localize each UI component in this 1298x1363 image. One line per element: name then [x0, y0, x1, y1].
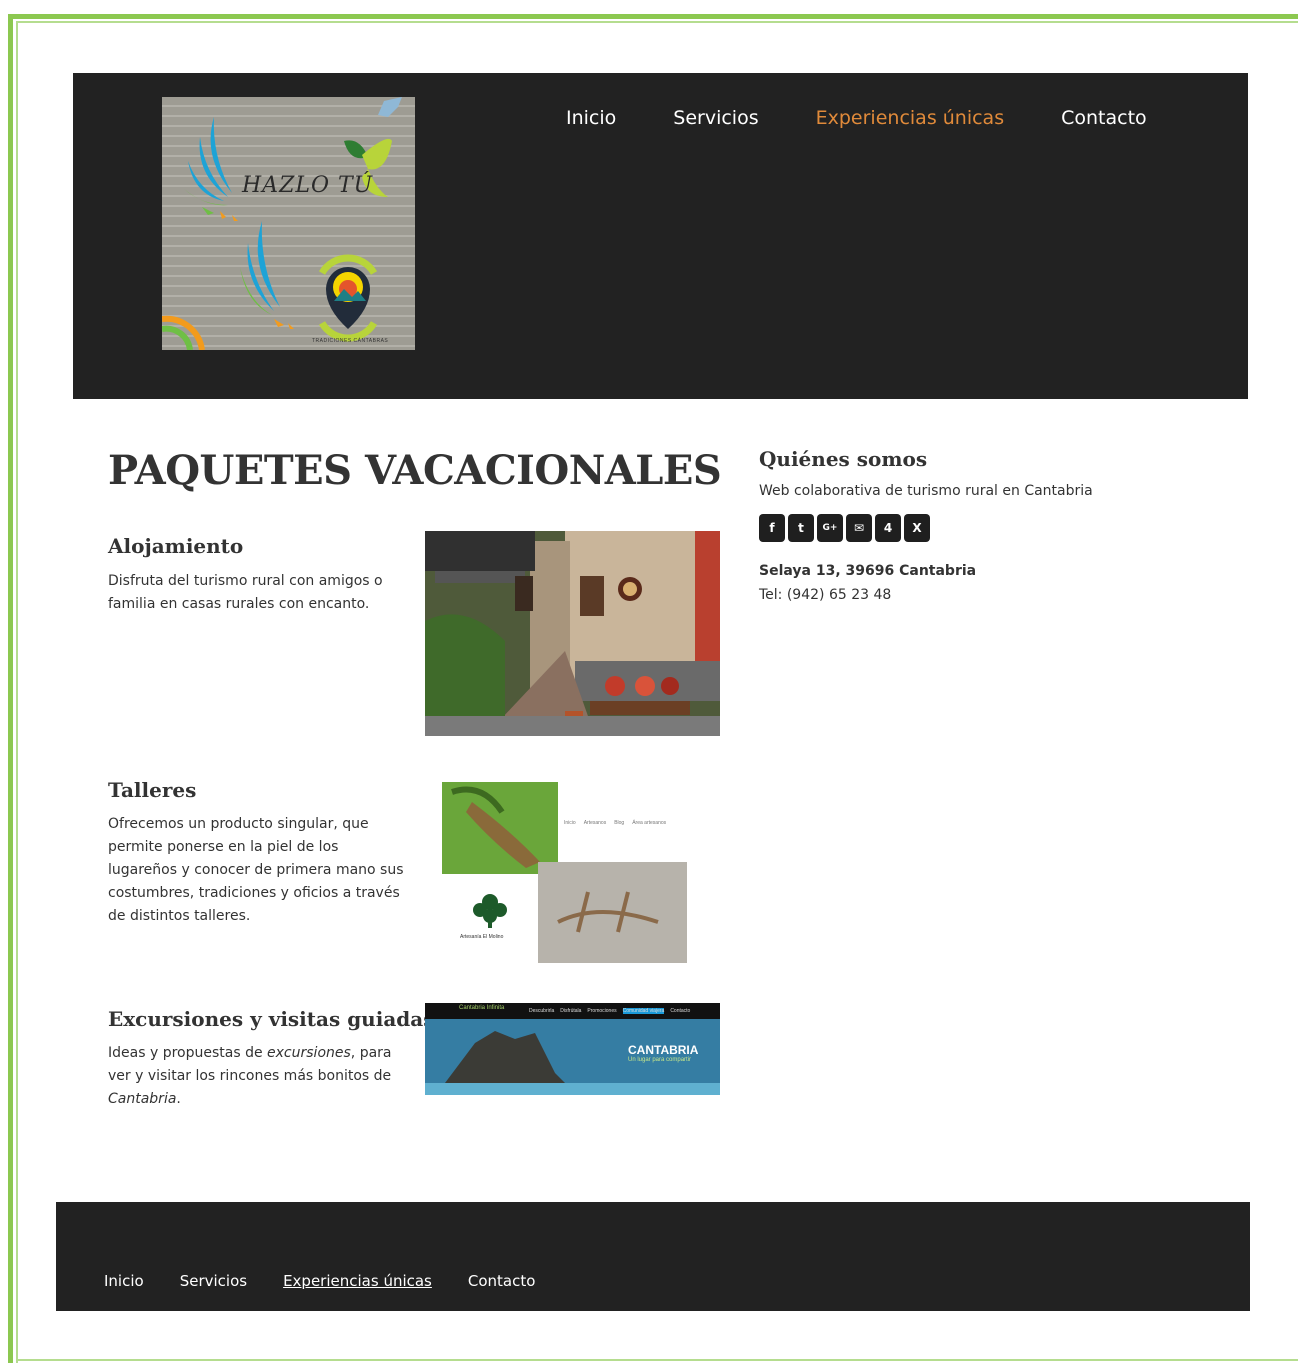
sidebar-title: Quiénes somos: [759, 447, 928, 471]
section-title-alojamiento: Alojamiento: [108, 534, 244, 558]
xing-icon[interactable]: X: [904, 514, 930, 542]
social-links: f t G+ ✉ 4 X: [759, 514, 933, 542]
tree-logo-icon: [468, 890, 512, 930]
section-title-excursiones: Excursiones y visitas guiadas: [108, 1007, 435, 1031]
twitter-icon[interactable]: t: [788, 514, 814, 542]
excursion-tagline: Un lugar para compartir: [628, 1057, 692, 1063]
logo-artwork: [162, 97, 402, 350]
workshop-menu-item: Área artesanos: [632, 820, 667, 826]
nav-item-servicios[interactable]: Servicios: [673, 107, 758, 129]
nav-item-contacto[interactable]: Contacto: [1061, 107, 1147, 129]
basket-photo: [442, 782, 558, 874]
alojamiento-image: [425, 531, 720, 736]
excursiones-text-part: .: [176, 1091, 181, 1107]
google-plus-icon[interactable]: G+: [817, 514, 843, 542]
main-nav: Inicio Servicios Experiencias únicas Con…: [566, 107, 1204, 129]
section-text-talleres: Ofrecemos un producto singular, que perm…: [108, 816, 404, 924]
phone: Tel: (942) 65 23 48: [759, 587, 892, 603]
page-title: PAQUETES VACACIONALES: [108, 447, 722, 494]
footer-item-inicio[interactable]: Inicio: [104, 1272, 144, 1290]
section-text-excursiones: Ideas y propuestas de excursiones, para …: [108, 1042, 408, 1111]
workshop-menu-item: Artesanos: [583, 820, 607, 826]
talleres-image: Inicio Artesanos Blog Área artesanos Art…: [440, 782, 700, 964]
facebook-icon[interactable]: f: [759, 514, 785, 542]
frame-border-bottom: [16, 1359, 1298, 1361]
nav-item-experiencias-unicas[interactable]: Experiencias únicas: [816, 107, 1004, 129]
frame-border-top-inner: [16, 21, 1298, 23]
footer-nav: Inicio Servicios Experiencias únicas Con…: [104, 1272, 571, 1290]
excursiones-image: Cantabria Infinita Descubrirla Disfrútal…: [425, 1003, 720, 1095]
section-text-alojamiento: Disfruta del turismo rural con amigos o …: [108, 573, 383, 612]
workshop-menu-item: Inicio: [564, 820, 576, 826]
site-logo[interactable]: HAZLO TÚ TRADICIONES CÁNTABRAS: [162, 97, 415, 350]
workshop-caption: Artesanía El Molino: [460, 934, 504, 940]
logo-caption: TRADICIONES CÁNTABRAS: [312, 338, 389, 344]
address: Selaya 13, 39696 Cantabria: [759, 563, 977, 579]
nav-item-inicio[interactable]: Inicio: [566, 107, 616, 129]
email-icon[interactable]: ✉: [846, 514, 872, 542]
frame-border-left-inner: [16, 21, 18, 1363]
excursiones-text-part: Ideas y propuestas de: [108, 1045, 268, 1061]
sidebar-description: Web colaborativa de turismo rural en Can…: [759, 483, 1093, 499]
footer-item-contacto[interactable]: Contacto: [468, 1272, 536, 1290]
cantabria-emphasis: Cantabria: [108, 1091, 177, 1107]
workshop-menu-item: Blog: [614, 820, 625, 826]
wooden-tools-photo: [538, 862, 687, 963]
excursiones-emphasis: excursiones: [267, 1045, 351, 1061]
excursion-headline: CANTABRIA: [628, 1043, 699, 1057]
footer-item-experiencias-unicas[interactable]: Experiencias únicas: [283, 1272, 432, 1290]
frame-border-top: [8, 14, 1298, 19]
rural-house-illustration: [425, 531, 720, 736]
site-header: HAZLO TÚ TRADICIONES CÁNTABRAS Inicio Se…: [73, 73, 1248, 399]
site-footer: Inicio Servicios Experiencias únicas Con…: [56, 1202, 1250, 1311]
logo-text: HAZLO TÚ: [242, 173, 374, 198]
foursquare-icon[interactable]: 4: [875, 514, 901, 542]
frame-border-left: [8, 14, 13, 1363]
workshop-site-menu: Inicio Artesanos Blog Área artesanos: [564, 820, 666, 826]
section-title-talleres: Talleres: [108, 778, 197, 802]
footer-item-servicios[interactable]: Servicios: [180, 1272, 247, 1290]
